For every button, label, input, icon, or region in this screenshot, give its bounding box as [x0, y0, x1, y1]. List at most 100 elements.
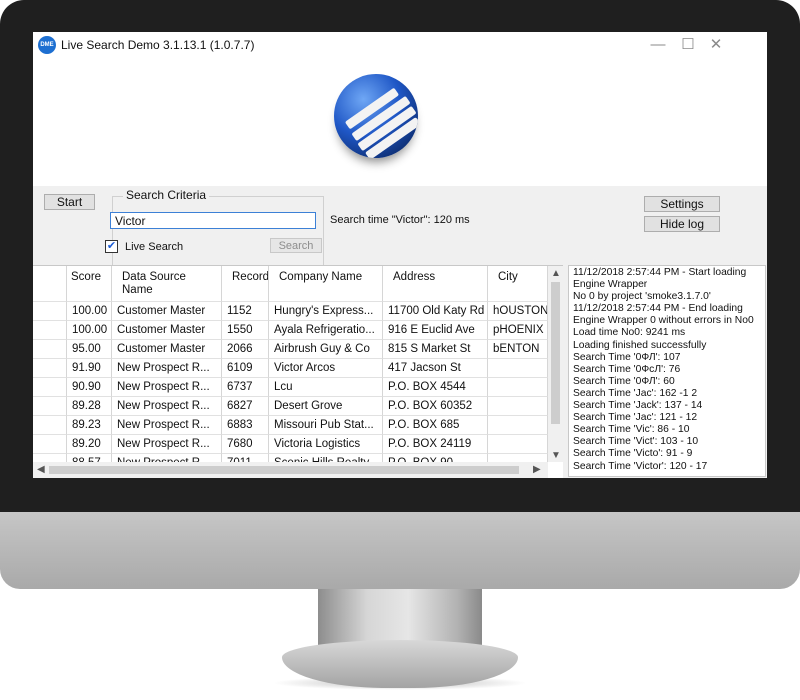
- table-cell[interactable]: 1550: [222, 321, 269, 340]
- table-cell[interactable]: pHOENIX: [488, 321, 548, 340]
- table-cell[interactable]: 7680: [222, 435, 269, 454]
- table-cell[interactable]: P.O. BOX 685: [383, 416, 488, 435]
- table-cell[interactable]: Victor Arcos: [269, 359, 383, 378]
- table-cell[interactable]: Customer Master: [112, 321, 222, 340]
- row-selector[interactable]: [33, 359, 67, 378]
- table-cell[interactable]: 100.00: [67, 321, 112, 340]
- log-line: Search Time 'Victor': 120 - 17: [573, 460, 708, 472]
- table-cell[interactable]: Customer Master: [112, 340, 222, 359]
- table-cell[interactable]: 90.90: [67, 378, 112, 397]
- column-header[interactable]: Data Source Name: [112, 266, 222, 302]
- table-cell[interactable]: 91.90: [67, 359, 112, 378]
- column-header[interactable]: Address: [383, 266, 488, 302]
- table-cell[interactable]: 417 Jacson St: [383, 359, 488, 378]
- table-cell[interactable]: Desert Grove: [269, 397, 383, 416]
- table-cell[interactable]: bENTON: [488, 340, 548, 359]
- search-criteria-group: Search Criteria: [112, 188, 324, 266]
- table-cell[interactable]: New Prospect R...: [112, 359, 222, 378]
- table-cell[interactable]: Hungry's Express...: [269, 302, 383, 321]
- table-cell[interactable]: 89.23: [67, 416, 112, 435]
- row-selector[interactable]: [33, 416, 67, 435]
- horizontal-scrollbar[interactable]: ◀ ▶: [33, 462, 548, 478]
- scroll-up-icon[interactable]: ▲: [551, 268, 561, 280]
- row-selector[interactable]: [33, 302, 67, 321]
- column-header[interactable]: Score: [67, 266, 112, 302]
- table-cell[interactable]: 89.20: [67, 435, 112, 454]
- table-cell[interactable]: 89.28: [67, 397, 112, 416]
- row-header-corner: [33, 266, 67, 302]
- table-cell[interactable]: 11700 Old Katy Rd: [383, 302, 488, 321]
- results-grid[interactable]: Score Data Source Name Record Company Name A…: [33, 265, 563, 478]
- search-criteria-title: Search Criteria: [123, 188, 210, 202]
- table-cell[interactable]: New Prospect R...: [112, 416, 222, 435]
- table-cell[interactable]: [488, 435, 548, 454]
- table-cell[interactable]: 916 E Euclid Ave: [383, 321, 488, 340]
- row-selector[interactable]: [33, 340, 67, 359]
- minimize-button[interactable]: —: [645, 35, 671, 55]
- app-logo-icon: DME: [38, 36, 56, 54]
- table-cell[interactable]: Customer Master: [112, 302, 222, 321]
- row-selector[interactable]: [33, 378, 67, 397]
- log-line: Engine Wrapper: [573, 279, 648, 291]
- table-cell[interactable]: New Prospect R...: [112, 378, 222, 397]
- log-line: Load time No0: 9241 ms: [573, 327, 686, 339]
- maximize-button[interactable]: ☐: [675, 35, 701, 55]
- table-cell[interactable]: 6109: [222, 359, 269, 378]
- search-input[interactable]: [110, 212, 316, 229]
- table-cell[interactable]: 6737: [222, 378, 269, 397]
- live-search-checkbox[interactable]: ✔: [105, 240, 118, 253]
- log-line: Search Time 'Victo': 91 - 9: [573, 448, 693, 460]
- row-selector[interactable]: [33, 397, 67, 416]
- table-cell[interactable]: 2066: [222, 340, 269, 359]
- start-button[interactable]: Start: [44, 194, 95, 210]
- table-cell[interactable]: P.O. BOX 4544: [383, 378, 488, 397]
- table-cell[interactable]: New Prospect R...: [112, 435, 222, 454]
- log-line: 11/12/2018 2:57:44 PM - Start loading: [573, 267, 747, 278]
- table-cell[interactable]: 815 S Market St: [383, 340, 488, 359]
- table-cell[interactable]: P.O. BOX 60352: [383, 397, 488, 416]
- table-cell[interactable]: Missouri Pub Stat...: [269, 416, 383, 435]
- logo-banner: [33, 58, 767, 186]
- hide-log-button[interactable]: Hide log: [644, 216, 720, 232]
- table-cell[interactable]: [488, 359, 548, 378]
- close-button[interactable]: ✕: [703, 35, 729, 55]
- log-line: Search Time '0ФсЛ': 76: [573, 363, 681, 375]
- log-line: Search Time '0ФЛ': 60: [573, 375, 675, 387]
- scroll-left-icon[interactable]: ◀: [37, 464, 45, 476]
- table-cell[interactable]: 100.00: [67, 302, 112, 321]
- table-cell[interactable]: 6883: [222, 416, 269, 435]
- horizontal-scroll-thumb[interactable]: [49, 466, 519, 474]
- table-cell[interactable]: P.O. BOX 24119: [383, 435, 488, 454]
- log-line: Search Time 'Jac': 162 -1 2: [573, 387, 698, 399]
- column-header[interactable]: Company Name: [269, 266, 383, 302]
- table-cell[interactable]: [488, 378, 548, 397]
- vertical-scrollbar[interactable]: ▲ ▼: [548, 266, 563, 462]
- settings-button[interactable]: Settings: [644, 196, 720, 212]
- table-cell[interactable]: Airbrush Guy & Co: [269, 340, 383, 359]
- table-cell[interactable]: Lcu: [269, 378, 383, 397]
- scroll-right-icon[interactable]: ▶: [533, 464, 541, 476]
- vertical-scroll-thumb[interactable]: [551, 282, 560, 424]
- search-time-status: Search time "Victor": 120 ms: [330, 214, 470, 226]
- live-search-label: Live Search: [125, 241, 184, 253]
- table-cell[interactable]: 6827: [222, 397, 269, 416]
- monitor-stand-neck: [318, 589, 482, 647]
- table-cell[interactable]: 95.00: [67, 340, 112, 359]
- log-line: Search Time 'Vic': 86 - 10: [573, 424, 690, 436]
- row-selector[interactable]: [33, 321, 67, 340]
- search-button[interactable]: Search: [270, 238, 322, 253]
- table-cell[interactable]: Ayala Refrigeratio...: [269, 321, 383, 340]
- table-cell[interactable]: [488, 397, 548, 416]
- row-selector[interactable]: [33, 435, 67, 454]
- column-header[interactable]: Record: [222, 266, 269, 302]
- table-cell[interactable]: 1152: [222, 302, 269, 321]
- column-header[interactable]: City: [488, 266, 548, 302]
- table-cell[interactable]: hOUSTON: [488, 302, 548, 321]
- table-cell[interactable]: Victoria Logistics: [269, 435, 383, 454]
- log-panel[interactable]: 11/12/2018 2:57:44 PM - Start loading Eng…: [568, 265, 766, 477]
- scroll-down-icon[interactable]: ▼: [551, 450, 561, 462]
- log-line: No 0 by project 'smoke3.1.7.0': [573, 291, 711, 303]
- table-cell[interactable]: New Prospect R...: [112, 397, 222, 416]
- log-line: Search Time '0ФЛ': 107: [573, 351, 681, 363]
- table-cell[interactable]: [488, 416, 548, 435]
